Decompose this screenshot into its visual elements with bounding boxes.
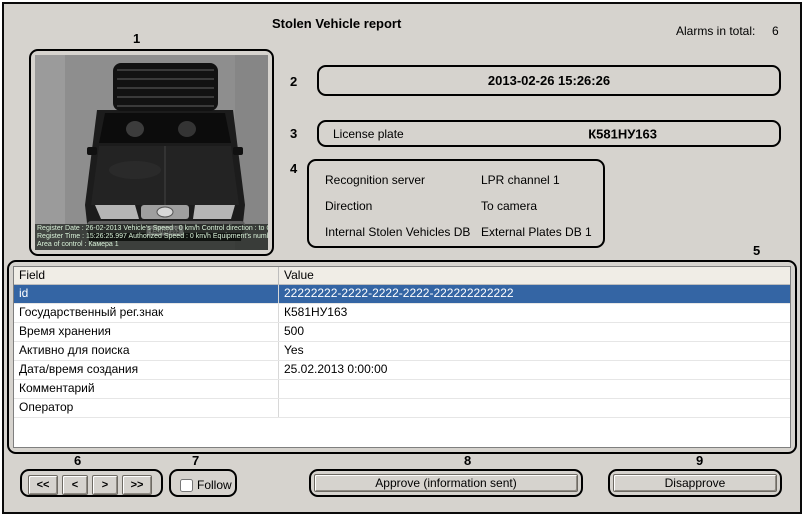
callout-number-9: 9 xyxy=(696,453,703,468)
cell-field: Активно для поиска xyxy=(14,342,279,360)
table-row-operator[interactable]: Оператор xyxy=(14,399,790,418)
table-header-row: Field Value xyxy=(14,267,790,285)
column-header-field: Field xyxy=(14,267,279,284)
overlay-line-2: Register Time : 15:26:25.997 Authorized … xyxy=(37,233,266,241)
callout-box-recognition-info: Recognition server LPR channel 1 Directi… xyxy=(307,159,605,248)
callout-number-4: 4 xyxy=(290,161,297,176)
alarms-total-label: Alarms in total: xyxy=(676,24,755,38)
cell-field: Дата/время создания xyxy=(14,361,279,379)
overlay-line-3: Area of control : Камера 1 xyxy=(37,241,266,249)
recognition-server-label: Recognition server xyxy=(325,173,425,187)
table-row-creation-date[interactable]: Дата/время создания 25.02.2013 0:00:00 xyxy=(14,361,790,380)
info-row-stolen-db: Internal Stolen Vehicles DB External Pla… xyxy=(309,223,603,243)
info-row-direction: Direction To camera xyxy=(309,197,603,217)
table-row-reg-number[interactable]: Государственный рег.знак К581НУ163 xyxy=(14,304,790,323)
cell-field: id xyxy=(14,285,279,303)
page-title: Stolen Vehicle report xyxy=(272,16,401,31)
cell-value xyxy=(279,399,790,417)
recognition-server-value: LPR channel 1 xyxy=(481,173,560,187)
callout-box-disapprove: Disapprove xyxy=(608,469,782,497)
follow-checkbox-group[interactable]: Follow xyxy=(180,478,232,492)
cell-field: Комментарий xyxy=(14,380,279,398)
table-row-storage-time[interactable]: Время хранения 500 xyxy=(14,323,790,342)
cell-field: Время хранения xyxy=(14,323,279,341)
license-plate-label: License plate xyxy=(333,127,404,141)
cell-value: 25.02.2013 0:00:00 xyxy=(279,361,790,379)
cell-value xyxy=(279,380,790,398)
direction-value: To camera xyxy=(481,199,537,213)
callout-number-2: 2 xyxy=(290,74,297,89)
callout-box-datetime: 2013-02-26 15:26:26 xyxy=(317,65,781,96)
vehicle-camera-image: К581НУ163 Register Date : 26-02-2013 Veh… xyxy=(35,55,268,250)
callout-box-license-plate: License plate К581НУ163 xyxy=(317,120,781,147)
table-row-comment[interactable]: Комментарий xyxy=(14,380,790,399)
disapprove-button[interactable]: Disapprove xyxy=(613,474,777,492)
nav-last-button[interactable]: >> xyxy=(122,475,152,495)
table-row-id[interactable]: id 22222222-2222-2222-2222-222222222222 xyxy=(14,285,790,304)
callout-number-1: 1 xyxy=(133,31,140,46)
stolen-vehicle-report-window: Stolen Vehicle report Alarms in total: 6… xyxy=(0,0,804,516)
nav-first-button[interactable]: << xyxy=(28,475,58,495)
info-row-recognition-server: Recognition server LPR channel 1 xyxy=(309,171,603,191)
follow-label: Follow xyxy=(197,478,232,492)
callout-number-8: 8 xyxy=(464,453,471,468)
callout-box-approve: Approve (information sent) xyxy=(309,469,583,497)
photo-telemetry-overlay: Register Date : 26-02-2013 Vehicle's Spe… xyxy=(35,224,268,250)
approve-button[interactable]: Approve (information sent) xyxy=(314,474,578,492)
cell-value: 500 xyxy=(279,323,790,341)
callout-number-7: 7 xyxy=(192,453,199,468)
cell-value: 22222222-2222-2222-2222-222222222222 xyxy=(279,285,790,303)
nav-prev-button[interactable]: < xyxy=(62,475,88,495)
stolen-db-value: External Plates DB 1 xyxy=(481,225,592,239)
license-plate-value: К581НУ163 xyxy=(588,126,657,141)
overlay-line-1: Register Date : 26-02-2013 Vehicle's Spe… xyxy=(37,225,266,233)
vehicle-photo-drawing: К581НУ163 xyxy=(35,55,268,250)
cell-field: Оператор xyxy=(14,399,279,417)
direction-label: Direction xyxy=(325,199,372,213)
cell-field: Государственный рег.знак xyxy=(14,304,279,322)
table-row-active-for-search[interactable]: Активно для поиска Yes xyxy=(14,342,790,361)
stolen-db-label: Internal Stolen Vehicles DB xyxy=(325,225,470,239)
alarm-datetime-value: 2013-02-26 15:26:26 xyxy=(488,73,610,88)
callout-box-navigation: << < > >> xyxy=(20,469,163,497)
callout-number-3: 3 xyxy=(290,126,297,141)
callout-number-6: 6 xyxy=(74,453,81,468)
cell-value: Yes xyxy=(279,342,790,360)
column-header-value: Value xyxy=(279,267,790,284)
callout-box-properties-table: Field Value id 22222222-2222-2222-2222-2… xyxy=(7,260,797,454)
callout-box-camera: К581НУ163 Register Date : 26-02-2013 Veh… xyxy=(29,49,274,256)
callout-number-5: 5 xyxy=(753,243,760,258)
cell-value: К581НУ163 xyxy=(279,304,790,322)
alarms-total-count: 6 xyxy=(772,24,779,38)
callout-box-follow: Follow xyxy=(169,469,237,497)
follow-checkbox[interactable] xyxy=(180,479,193,492)
nav-next-button[interactable]: > xyxy=(92,475,118,495)
alarm-properties-table: Field Value id 22222222-2222-2222-2222-2… xyxy=(13,266,791,448)
